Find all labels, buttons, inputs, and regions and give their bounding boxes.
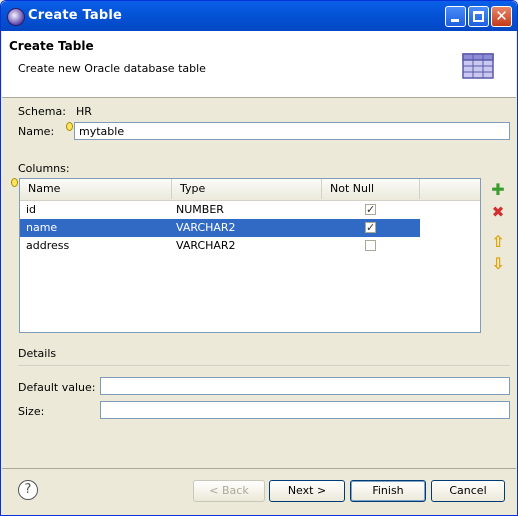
title-bar[interactable]: Create Table ✕ — [1, 1, 517, 31]
columns-table-header: Name Type Not Null — [20, 179, 480, 201]
move-down-button[interactable]: ⇩ — [490, 256, 506, 272]
footer-divider — [2, 468, 516, 469]
not-null-checkbox[interactable] — [365, 219, 376, 237]
column-header-type[interactable]: Type — [172, 179, 322, 199]
window-title: Create Table — [28, 8, 123, 23]
row-type-cell: NUMBER — [176, 203, 224, 216]
column-header-name[interactable]: Name — [20, 179, 172, 199]
columns-hint-lightbulb-icon — [11, 178, 18, 187]
delete-column-button[interactable]: ✖ — [490, 204, 506, 220]
back-button[interactable]: < Back — [193, 480, 265, 502]
columns-table[interactable]: Name Type Not Null id NUMBER name VARCHA… — [19, 178, 481, 333]
name-input[interactable]: mytable — [74, 122, 510, 140]
name-label: Name: — [18, 125, 55, 138]
row-name-cell: name — [26, 221, 58, 234]
schema-value: HR — [76, 105, 92, 118]
schema-label: Schema: — [18, 105, 66, 118]
add-column-button[interactable]: ✚ — [490, 182, 506, 198]
table-row[interactable]: address VARCHAR2 — [20, 237, 420, 255]
row-name-cell: id — [26, 203, 37, 216]
move-down-icon: ⇩ — [491, 254, 505, 273]
size-label: Size: — [18, 405, 45, 418]
wizard-header: Create Table Create new Oracle database … — [2, 31, 516, 98]
not-null-checkbox[interactable] — [365, 201, 376, 219]
minimize-button[interactable] — [445, 6, 466, 27]
not-null-checkbox[interactable] — [365, 240, 376, 251]
size-input[interactable] — [100, 401, 510, 419]
help-button[interactable]: ? — [18, 480, 38, 500]
details-section-label: Details — [18, 347, 57, 360]
minimize-icon — [451, 19, 459, 22]
hint-lightbulb-icon — [66, 122, 73, 131]
column-header-not-null[interactable]: Not Null — [322, 179, 420, 199]
table-icon — [462, 53, 494, 79]
page-description: Create new Oracle database table — [18, 62, 206, 75]
delete-icon: ✖ — [491, 203, 505, 221]
default-value-label: Default value: — [18, 381, 96, 394]
table-row[interactable]: id NUMBER — [20, 201, 420, 219]
cancel-button[interactable]: Cancel — [431, 480, 505, 502]
row-type-cell: VARCHAR2 — [176, 239, 236, 252]
close-button[interactable]: ✕ — [491, 6, 512, 27]
next-button[interactable]: Next > — [269, 480, 345, 502]
default-value-input[interactable] — [100, 377, 510, 395]
close-icon: ✕ — [495, 7, 508, 25]
maximize-button[interactable] — [468, 6, 489, 27]
columns-label: Columns: — [18, 162, 70, 175]
eclipse-icon — [7, 8, 25, 26]
table-row[interactable]: name VARCHAR2 — [20, 219, 420, 237]
help-icon: ? — [24, 482, 32, 497]
page-title: Create Table — [9, 39, 94, 53]
add-icon: ✚ — [491, 180, 505, 199]
create-table-dialog: Create Table ✕ Create Table Create new O… — [0, 0, 518, 516]
row-type-cell: VARCHAR2 — [176, 221, 236, 234]
move-up-button[interactable]: ⇧ — [490, 234, 506, 250]
row-name-cell: address — [26, 239, 70, 252]
finish-button[interactable]: Finish — [350, 480, 426, 502]
maximize-icon — [473, 11, 484, 22]
details-divider — [18, 365, 510, 366]
move-up-icon: ⇧ — [491, 232, 505, 251]
